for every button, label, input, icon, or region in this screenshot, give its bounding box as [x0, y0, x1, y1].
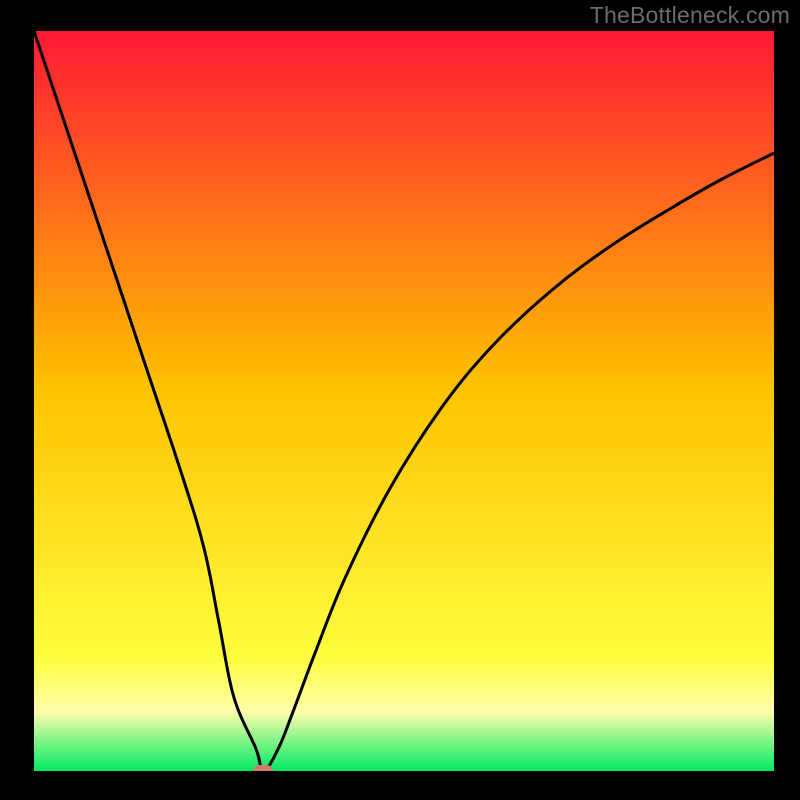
minimum-marker: [253, 765, 273, 771]
plot-area: [34, 31, 774, 771]
background-gradient: [34, 31, 774, 771]
chart-frame: TheBottleneck.com: [0, 0, 800, 800]
watermark-text: TheBottleneck.com: [590, 2, 790, 29]
